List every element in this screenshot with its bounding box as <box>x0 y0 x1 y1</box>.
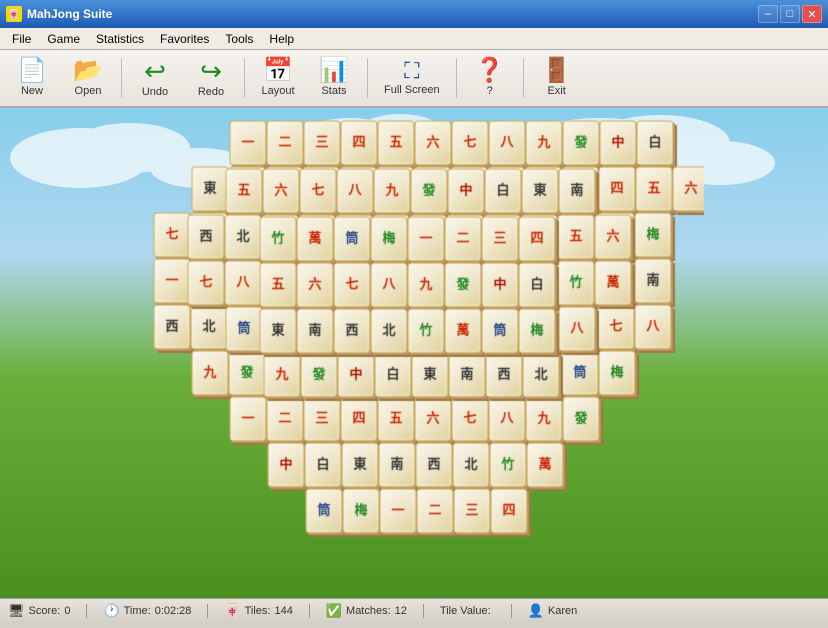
toolbar-separator-5 <box>523 58 524 98</box>
time-display: 🕐 Time: 0:02:28 <box>103 603 191 619</box>
tiles-display: 🀄 Tiles: 144 <box>224 603 292 619</box>
status-sep-5 <box>511 604 512 618</box>
new-label: New <box>21 85 43 97</box>
title-bar: 🀄 MahJong Suite – □ ✕ <box>0 0 828 28</box>
tiles-icon: 🀄 <box>224 603 240 619</box>
undo-label: Undo <box>142 86 168 98</box>
game-area <box>0 108 828 598</box>
layout-button[interactable]: 📅 Layout <box>252 53 304 103</box>
title-bar-left: 🀄 MahJong Suite <box>6 6 112 22</box>
score-value: 0 <box>64 605 70 617</box>
stats-button[interactable]: 📊 Stats <box>308 53 360 103</box>
stats-icon: 📊 <box>319 59 349 83</box>
close-button[interactable]: ✕ <box>802 5 822 23</box>
user-icon: 👤 <box>528 603 544 619</box>
open-button[interactable]: 📂 Open <box>62 53 114 103</box>
toolbar: 📄 New 📂 Open ↩ Undo ↪ Redo 📅 Layout 📊 St… <box>0 50 828 108</box>
undo-icon: ↩ <box>144 58 166 84</box>
help-button[interactable]: ❓ ? <box>464 53 516 103</box>
time-label: Time: <box>124 605 151 617</box>
toolbar-separator-4 <box>456 58 457 98</box>
tiles-label: Tiles: <box>245 605 271 617</box>
minimize-button[interactable]: – <box>758 5 778 23</box>
window-title: MahJong Suite <box>27 7 112 21</box>
status-bar: 🖥 Score: 0 🕐 Time: 0:02:28 🀄 Tiles: 144 … <box>0 598 828 622</box>
menu-tools[interactable]: Tools <box>217 28 261 49</box>
score-display: 🖥 Score: 0 <box>8 603 70 619</box>
time-icon: 🕐 <box>103 603 119 619</box>
menu-favorites[interactable]: Favorites <box>152 28 217 49</box>
toolbar-separator-1 <box>121 58 122 98</box>
menu-file[interactable]: File <box>4 28 39 49</box>
score-label: Score: <box>29 605 61 617</box>
status-sep-3 <box>309 604 310 618</box>
mahjong-canvas[interactable] <box>124 113 704 573</box>
matches-label: Matches: <box>346 605 391 617</box>
status-sep-1 <box>86 604 87 618</box>
fullscreen-label: Full Screen <box>384 84 440 96</box>
matches-display: ✅ Matches: 12 <box>326 603 407 619</box>
undo-button[interactable]: ↩ Undo <box>129 53 181 103</box>
stats-label: Stats <box>321 85 346 97</box>
matches-icon: ✅ <box>326 603 342 619</box>
fullscreen-button[interactable]: ⛶ Full Screen <box>375 53 449 103</box>
menu-game[interactable]: Game <box>39 28 88 49</box>
window-controls: – □ ✕ <box>758 5 822 23</box>
help-icon: ❓ <box>475 59 505 83</box>
layout-icon: 📅 <box>263 59 293 83</box>
toolbar-separator-3 <box>367 58 368 98</box>
matches-value: 12 <box>395 605 407 617</box>
app-icon: 🀄 <box>6 6 22 22</box>
toolbar-separator-2 <box>244 58 245 98</box>
user-display: 👤 Karen <box>528 603 578 619</box>
exit-button[interactable]: 🚪 Exit <box>531 53 583 103</box>
tile-value-label: Tile Value: <box>440 605 491 617</box>
open-label: Open <box>75 85 102 97</box>
fullscreen-icon: ⛶ <box>404 60 419 82</box>
menu-help[interactable]: Help <box>261 28 302 49</box>
tile-value-display: Tile Value: <box>440 605 495 617</box>
redo-button[interactable]: ↪ Redo <box>185 53 237 103</box>
open-icon: 📂 <box>73 59 103 83</box>
new-button[interactable]: 📄 New <box>6 53 58 103</box>
tile-board <box>124 113 704 573</box>
redo-label: Redo <box>198 86 224 98</box>
exit-icon: 🚪 <box>542 59 572 83</box>
user-label: Karen <box>548 605 577 617</box>
status-sep-2 <box>207 604 208 618</box>
time-value: 0:02:28 <box>155 605 192 617</box>
menu-bar: File Game Statistics Favorites Tools Hel… <box>0 28 828 50</box>
layout-label: Layout <box>261 85 294 97</box>
redo-icon: ↪ <box>200 58 222 84</box>
tiles-value: 144 <box>274 605 292 617</box>
exit-label: Exit <box>547 85 565 97</box>
status-sep-4 <box>423 604 424 618</box>
help-label: ? <box>487 85 493 97</box>
maximize-button[interactable]: □ <box>780 5 800 23</box>
menu-statistics[interactable]: Statistics <box>88 28 152 49</box>
score-icon: 🖥 <box>8 603 25 619</box>
new-icon: 📄 <box>17 59 47 83</box>
